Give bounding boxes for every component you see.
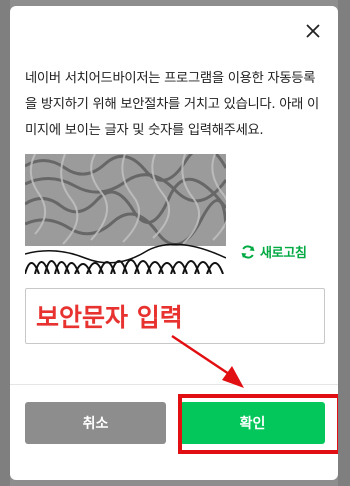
dialog-description: 네이버 서치어드바이저는 프로그램을 이용한 자동등록을 방지하기 위해 보안절… <box>25 71 319 138</box>
refresh-label: 새로고침 <box>260 246 307 261</box>
close-icon <box>306 24 320 38</box>
close-button[interactable] <box>300 18 326 44</box>
backdrop-edge-left <box>0 0 10 486</box>
cancel-button[interactable]: 취소 <box>25 402 166 444</box>
backdrop-edge-right <box>338 0 350 486</box>
confirm-highlight-box <box>178 394 338 454</box>
refresh-icon <box>241 244 255 259</box>
captcha-dialog: 네이버 서치어드바이저는 프로그램을 이용한 자동등록을 방지하기 위해 보안절… <box>10 6 338 480</box>
annotation-arrow <box>171 334 244 388</box>
captcha-image <box>25 154 226 274</box>
captcha-noise-graphic <box>25 154 226 274</box>
refresh-captcha-button[interactable]: 새로고침 <box>240 242 307 261</box>
